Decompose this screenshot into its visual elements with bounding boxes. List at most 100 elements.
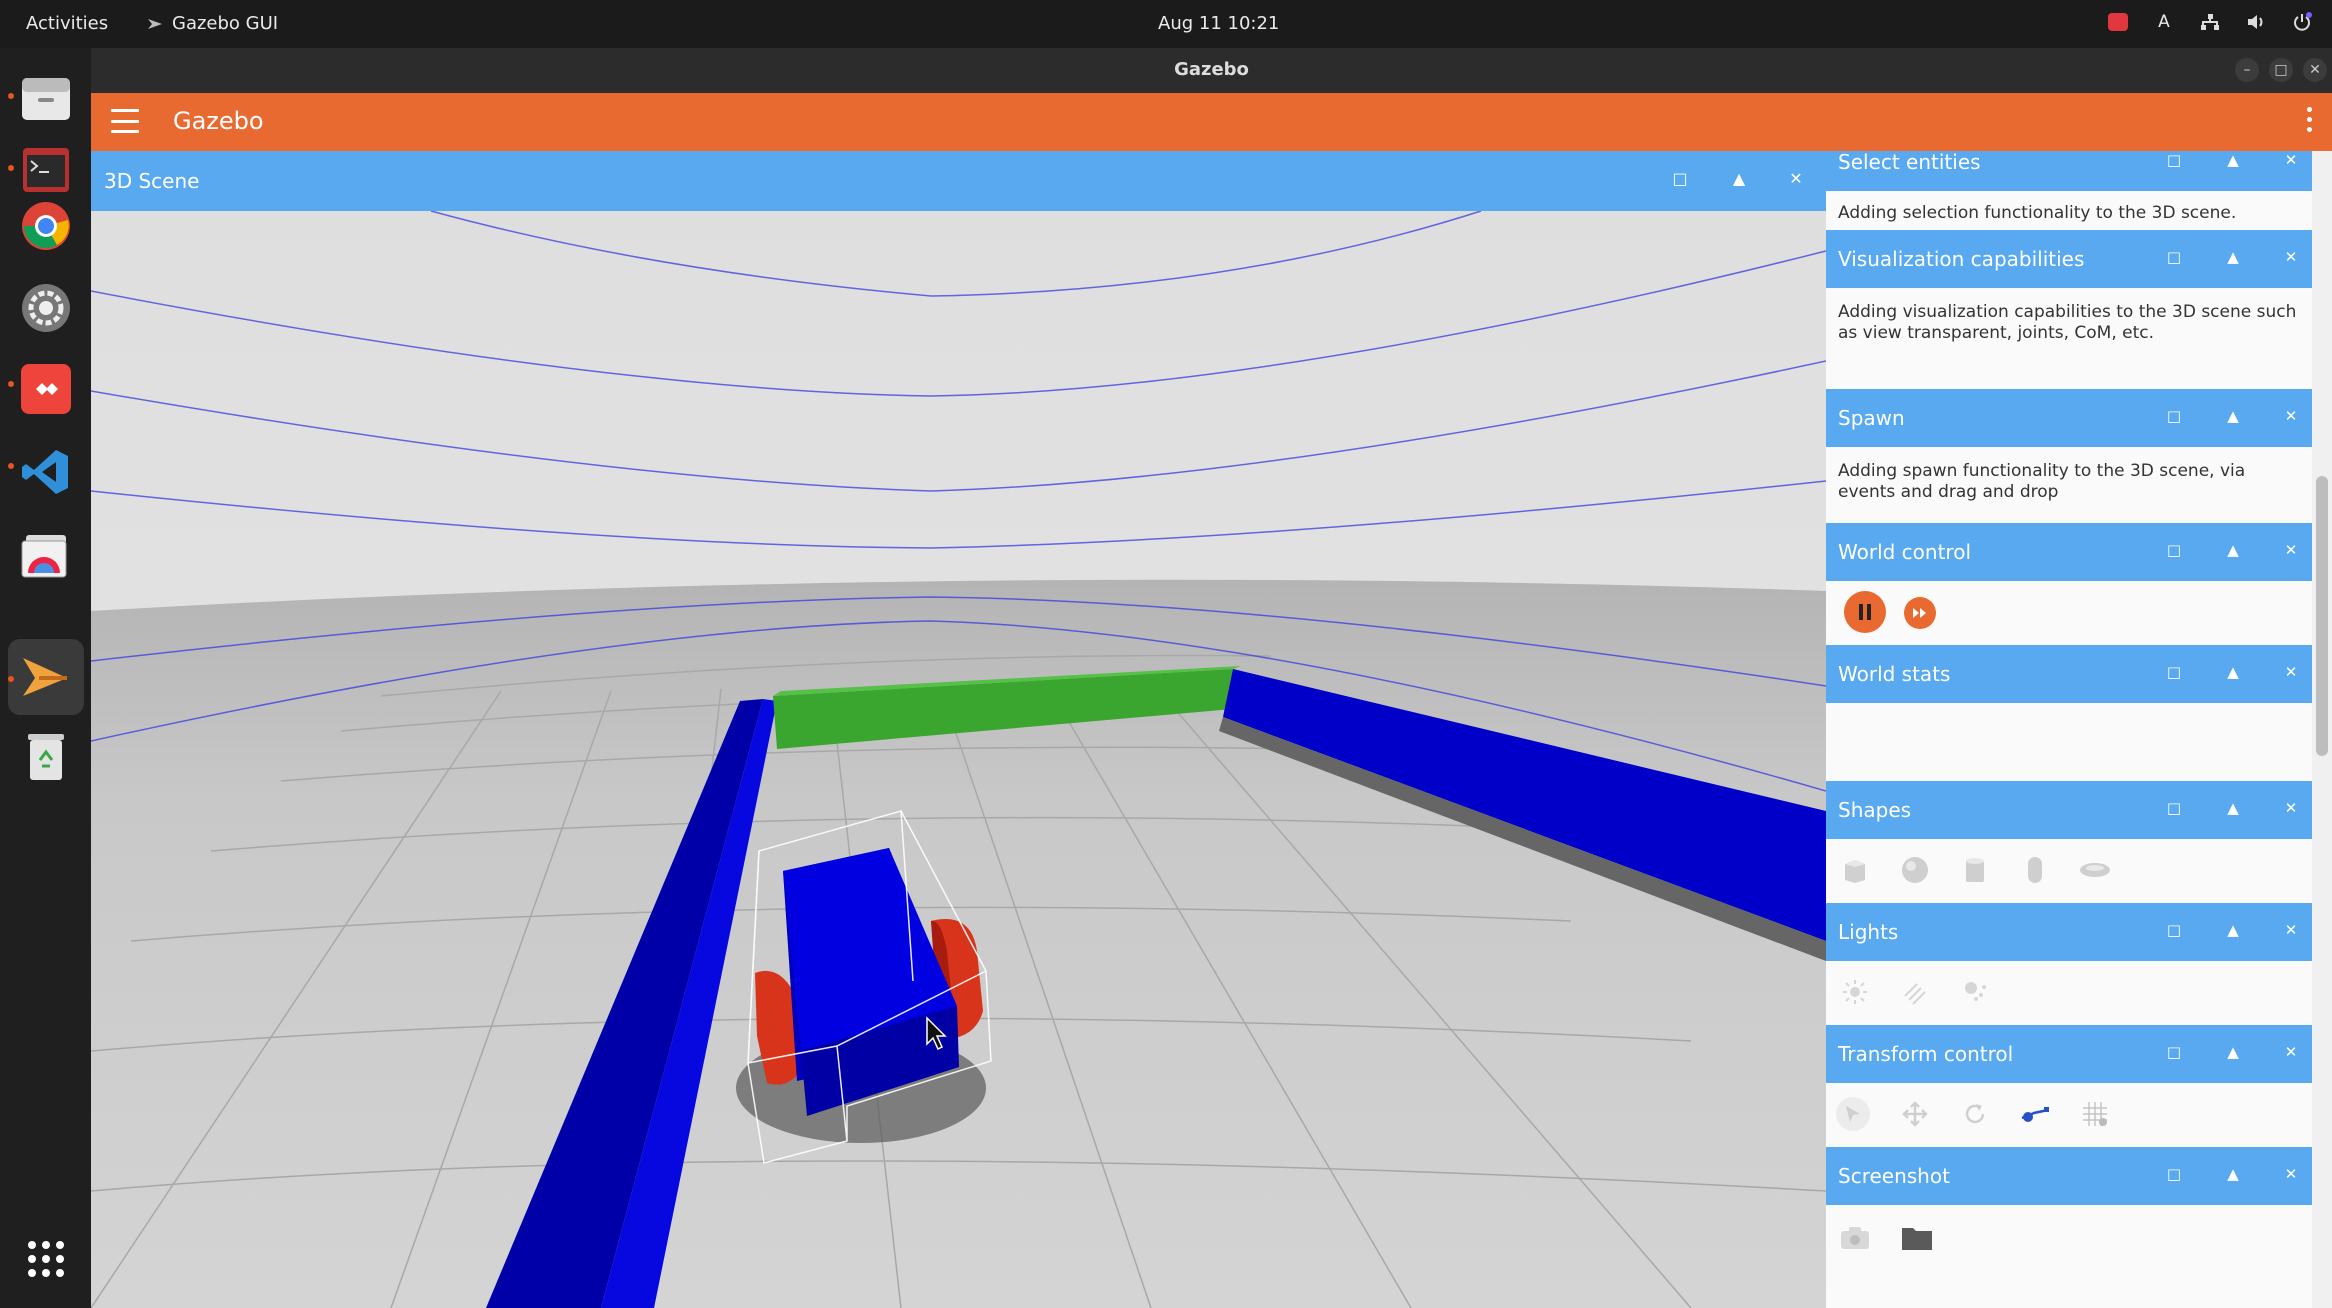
- system-tray[interactable]: A: [2106, 10, 2314, 34]
- sphere-icon[interactable]: [1898, 853, 1932, 887]
- terminal-icon[interactable]: [18, 142, 74, 198]
- world-control-header[interactable]: World control □ ▲ ✕: [1826, 523, 2312, 581]
- window-title-bar[interactable]: Gazebo – □ ✕: [91, 48, 2332, 93]
- camera-icon[interactable]: [1838, 1221, 1872, 1255]
- close-button[interactable]: ✕: [2281, 921, 2301, 939]
- scale-mode-icon[interactable]: [2018, 1097, 2052, 1131]
- running-indicator: [8, 93, 14, 99]
- visualization-title: Visualization capabilities: [1838, 247, 2085, 271]
- spawn-description: Adding spawn functionality to the 3D sce…: [1838, 461, 2246, 502]
- panel-scrollbar[interactable]: [2312, 151, 2332, 1308]
- settings-gear-icon[interactable]: [18, 280, 74, 336]
- pause-button[interactable]: [1844, 591, 1886, 633]
- vscode-icon[interactable]: [18, 444, 74, 500]
- running-indicator: [8, 463, 14, 469]
- anydesk-icon[interactable]: [18, 361, 74, 417]
- lights-body: [1826, 961, 2312, 1025]
- app-grid-icon[interactable]: [18, 1231, 74, 1287]
- close-button[interactable]: ✕: [2281, 799, 2301, 817]
- float-button[interactable]: □: [2164, 541, 2184, 559]
- translate-mode-icon[interactable]: [1898, 1097, 1932, 1131]
- collapse-button[interactable]: ▲: [2223, 1043, 2243, 1061]
- select-entities-description: Adding selection functionality to the 3D…: [1838, 203, 2237, 223]
- volume-icon[interactable]: [2244, 10, 2268, 34]
- transform-control-body: [1826, 1083, 2312, 1147]
- hamburger-menu-icon[interactable]: [111, 109, 139, 133]
- gazebo-icon[interactable]: [18, 649, 74, 705]
- scene-float-button[interactable]: □: [1669, 169, 1691, 188]
- more-options-icon[interactable]: [2307, 107, 2312, 132]
- transform-control-title: Transform control: [1838, 1042, 2014, 1066]
- box-icon[interactable]: [1838, 853, 1872, 887]
- network-icon[interactable]: [2198, 10, 2222, 34]
- maximize-button[interactable]: □: [2269, 58, 2293, 82]
- screenshot-header[interactable]: Screenshot □ ▲ ✕: [1826, 1147, 2312, 1205]
- trash-icon[interactable]: [18, 728, 74, 784]
- close-button[interactable]: ✕: [2281, 248, 2301, 266]
- collapse-button[interactable]: ▲: [2223, 1165, 2243, 1183]
- clock[interactable]: Aug 11 10:21: [1158, 13, 1279, 34]
- collapse-button[interactable]: ▲: [2223, 663, 2243, 681]
- float-button[interactable]: □: [2164, 799, 2184, 817]
- select-mode-icon[interactable]: [1836, 1097, 1870, 1131]
- close-button[interactable]: ✕: [2281, 541, 2301, 559]
- select-entities-header[interactable]: Select entities □ ▲ ✕: [1826, 151, 2312, 191]
- chrome-icon[interactable]: [18, 198, 74, 254]
- scene-viewport[interactable]: [91, 151, 1826, 1308]
- plugin-panel: Select entities □ ▲ ✕ Adding selection f…: [1826, 151, 2312, 1308]
- close-button[interactable]: ✕: [2281, 1043, 2301, 1061]
- snap-grid-icon[interactable]: [2078, 1097, 2112, 1131]
- collapse-button[interactable]: ▲: [2223, 799, 2243, 817]
- float-button[interactable]: □: [2164, 663, 2184, 681]
- directional-light-icon[interactable]: [1898, 975, 1932, 1009]
- collapse-button[interactable]: ▲: [2223, 151, 2243, 169]
- collapse-button[interactable]: ▲: [2223, 541, 2243, 559]
- transform-control-header[interactable]: Transform control □ ▲ ✕: [1826, 1025, 2312, 1083]
- close-button[interactable]: ✕: [2281, 1165, 2301, 1183]
- screen-record-icon[interactable]: [2106, 10, 2130, 34]
- float-button[interactable]: □: [2164, 248, 2184, 266]
- scene-collapse-button[interactable]: ▲: [1728, 169, 1750, 188]
- app-menu-label: Gazebo GUI: [172, 13, 279, 34]
- close-button[interactable]: ✕: [2281, 663, 2301, 681]
- spot-light-icon[interactable]: [1958, 975, 1992, 1009]
- float-button[interactable]: □: [2164, 1165, 2184, 1183]
- running-indicator: [8, 676, 14, 682]
- screenshot-body: [1826, 1205, 2312, 1308]
- close-window-button[interactable]: ✕: [2303, 58, 2327, 82]
- shapes-body: [1826, 839, 2312, 903]
- collapse-button[interactable]: ▲: [2223, 248, 2243, 266]
- lights-header[interactable]: Lights □ ▲ ✕: [1826, 903, 2312, 961]
- scrollbar-thumb[interactable]: [2316, 476, 2328, 756]
- cylinder-icon[interactable]: [1958, 853, 1992, 887]
- scene-3d-panel[interactable]: 3D Scene □ ▲ ✕: [91, 151, 1826, 1308]
- step-button[interactable]: [1904, 597, 1936, 629]
- float-button[interactable]: □: [2164, 921, 2184, 939]
- app-menu[interactable]: Gazebo GUI: [146, 13, 278, 34]
- world-stats-header[interactable]: World stats □ ▲ ✕: [1826, 645, 2312, 703]
- close-button[interactable]: ✕: [2281, 407, 2301, 425]
- files-icon[interactable]: [18, 70, 74, 126]
- float-button[interactable]: □: [2164, 151, 2184, 169]
- float-button[interactable]: □: [2164, 1043, 2184, 1061]
- folder-icon[interactable]: [1900, 1221, 1934, 1255]
- image-viewer-icon[interactable]: [18, 527, 74, 583]
- shapes-header[interactable]: Shapes □ ▲ ✕: [1826, 781, 2312, 839]
- point-light-icon[interactable]: [1838, 975, 1872, 1009]
- capsule-icon[interactable]: [2018, 853, 2052, 887]
- spawn-title: Spawn: [1838, 406, 1905, 430]
- rotate-mode-icon[interactable]: [1958, 1097, 1992, 1131]
- collapse-button[interactable]: ▲: [2223, 407, 2243, 425]
- power-icon[interactable]: [2290, 10, 2314, 34]
- minimize-button[interactable]: –: [2235, 58, 2259, 82]
- collapse-button[interactable]: ▲: [2223, 921, 2243, 939]
- keyboard-layout-indicator[interactable]: A: [2152, 10, 2176, 34]
- visualization-header[interactable]: Visualization capabilities □ ▲ ✕: [1826, 230, 2312, 288]
- float-button[interactable]: □: [2164, 407, 2184, 425]
- spawn-header[interactable]: Spawn □ ▲ ✕: [1826, 389, 2312, 447]
- close-button[interactable]: ✕: [2281, 151, 2301, 169]
- scene-close-button[interactable]: ✕: [1785, 169, 1807, 188]
- dock: [0, 48, 91, 1308]
- activities-button[interactable]: Activities: [26, 13, 108, 34]
- ellipsoid-icon[interactable]: [2078, 853, 2112, 887]
